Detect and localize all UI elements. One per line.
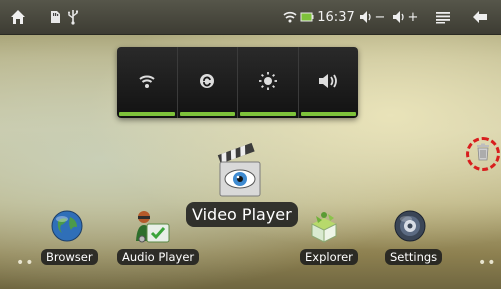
- trash-drop-target[interactable]: [466, 137, 500, 171]
- usb-icon: [64, 0, 82, 34]
- wifi-icon: [138, 72, 156, 94]
- trash-icon: [475, 143, 491, 165]
- quick-settings-panel: [117, 47, 358, 118]
- audio-player-label: Audio Player: [117, 249, 200, 265]
- audio-player-app[interactable]: [133, 207, 171, 245]
- speaker-icon: [317, 72, 339, 94]
- settings-app[interactable]: [393, 209, 427, 243]
- audio-player-icon: [133, 211, 171, 249]
- video-player-label: Video Player: [186, 202, 298, 227]
- brightness-toggle[interactable]: [238, 47, 299, 118]
- volume-up-label: +: [407, 9, 419, 25]
- browser-label: Browser: [41, 249, 98, 265]
- brightness-toggle-indicator: [240, 112, 296, 116]
- wifi-toggle-indicator: [119, 112, 175, 116]
- browser-app[interactable]: [50, 209, 84, 243]
- explorer-label: Explorer: [300, 249, 358, 265]
- brightness-icon: [258, 71, 278, 95]
- sd-card-icon: [46, 0, 64, 34]
- volume-down-label: −: [374, 9, 386, 25]
- auto-rotate-toggle[interactable]: [178, 47, 238, 118]
- explorer-icon: [306, 212, 342, 248]
- battery-icon: [299, 0, 315, 34]
- home-icon[interactable]: [6, 0, 30, 34]
- volume-down-button[interactable]: −: [357, 0, 387, 34]
- video-player-app[interactable]: [214, 138, 266, 202]
- sound-toggle[interactable]: [299, 47, 359, 118]
- settings-icon: [393, 210, 427, 247]
- volume-up-button[interactable]: +: [390, 0, 420, 34]
- clock: 16:37: [317, 9, 355, 25]
- page-indicator-left[interactable]: ••: [16, 255, 35, 271]
- wifi-toggle[interactable]: [117, 47, 178, 118]
- rotate-toggle-indicator: [179, 112, 235, 116]
- page-indicator-right[interactable]: ••: [478, 255, 497, 271]
- back-icon[interactable]: [468, 0, 494, 34]
- sound-toggle-indicator: [300, 112, 356, 116]
- rotate-icon: [198, 72, 216, 94]
- menu-icon[interactable]: [432, 0, 454, 34]
- settings-label: Settings: [385, 249, 443, 265]
- wifi-status-icon: [281, 0, 299, 34]
- globe-icon: [50, 210, 84, 247]
- status-bar: 16:37 − +: [0, 0, 501, 35]
- explorer-app[interactable]: [306, 208, 342, 244]
